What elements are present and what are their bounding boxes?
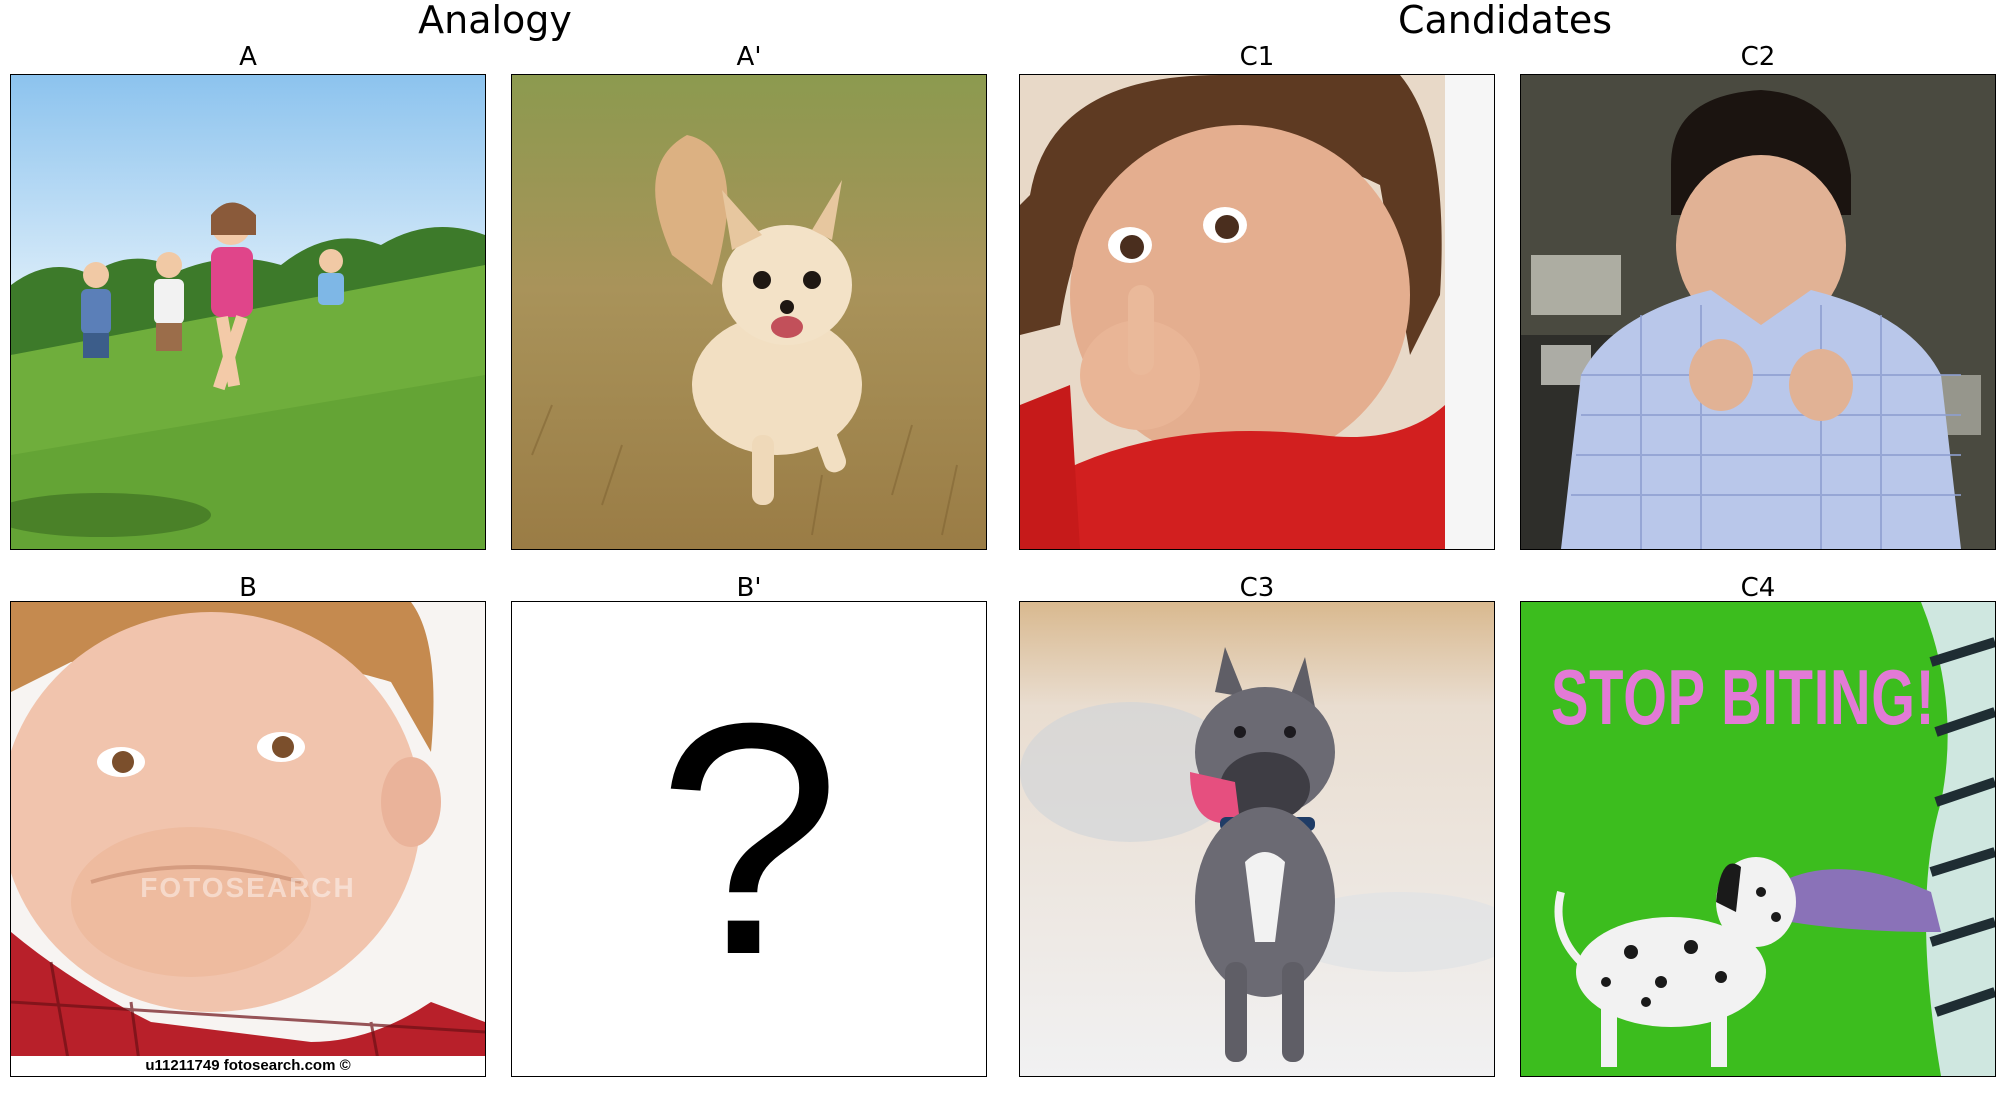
panel-label-c4: C4: [1740, 573, 1776, 603]
question-mark-symbol: ?: [657, 654, 841, 1023]
panel-b-image: FOTOSEARCH u11211749 fotosearch.com ©: [10, 601, 486, 1077]
panel-a-prime-image: [511, 74, 987, 550]
fotosearch-caption: u11211749 fotosearch.com ©: [11, 1056, 485, 1076]
toddler-illustration: [1020, 75, 1494, 549]
panel-label-b-prime: B': [736, 573, 762, 603]
boy-biting-hand-illustration: [11, 602, 485, 1076]
panel-a-image: [10, 74, 486, 550]
panel-b-prime-image: ?: [511, 601, 987, 1077]
candidates-title: Candidates: [1397, 0, 1613, 42]
panel-label-a-prime: A': [736, 42, 762, 72]
dog-running-illustration: [1020, 602, 1494, 1076]
small-dog-illustration: [512, 75, 986, 549]
stop-biting-text: STOP BITING!: [1551, 653, 1936, 741]
panel-label-c2: C2: [1740, 42, 1776, 72]
panel-c4-image: STOP BITING!: [1520, 601, 1996, 1077]
panel-c1-image: [1019, 74, 1495, 550]
panel-label-c3: C3: [1239, 573, 1275, 603]
children-running-illustration: [11, 75, 485, 549]
panel-label-a: A: [239, 42, 257, 72]
panel-c2-image: [1520, 74, 1996, 550]
fotosearch-watermark: FOTOSEARCH: [140, 872, 356, 903]
panel-c3-image: [1019, 601, 1495, 1077]
panel-label-c1: C1: [1239, 42, 1275, 72]
boy-shirt-illustration: [1521, 75, 1995, 549]
panel-label-b: B: [239, 573, 257, 603]
analogy-title: Analogy: [418, 0, 572, 42]
